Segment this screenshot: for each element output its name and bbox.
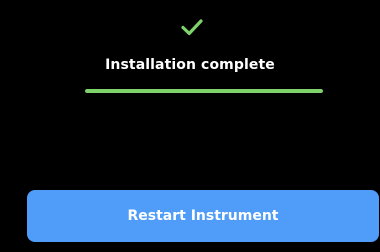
- installation-progress-bar: [85, 89, 323, 93]
- check-icon: [180, 17, 204, 37]
- installation-status-title: Installation complete: [105, 57, 275, 73]
- installation-progress-fill: [85, 89, 323, 93]
- restart-instrument-button[interactable]: Restart Instrument: [27, 190, 379, 242]
- installation-complete-screen: Installation complete Restart Instrument: [0, 0, 380, 252]
